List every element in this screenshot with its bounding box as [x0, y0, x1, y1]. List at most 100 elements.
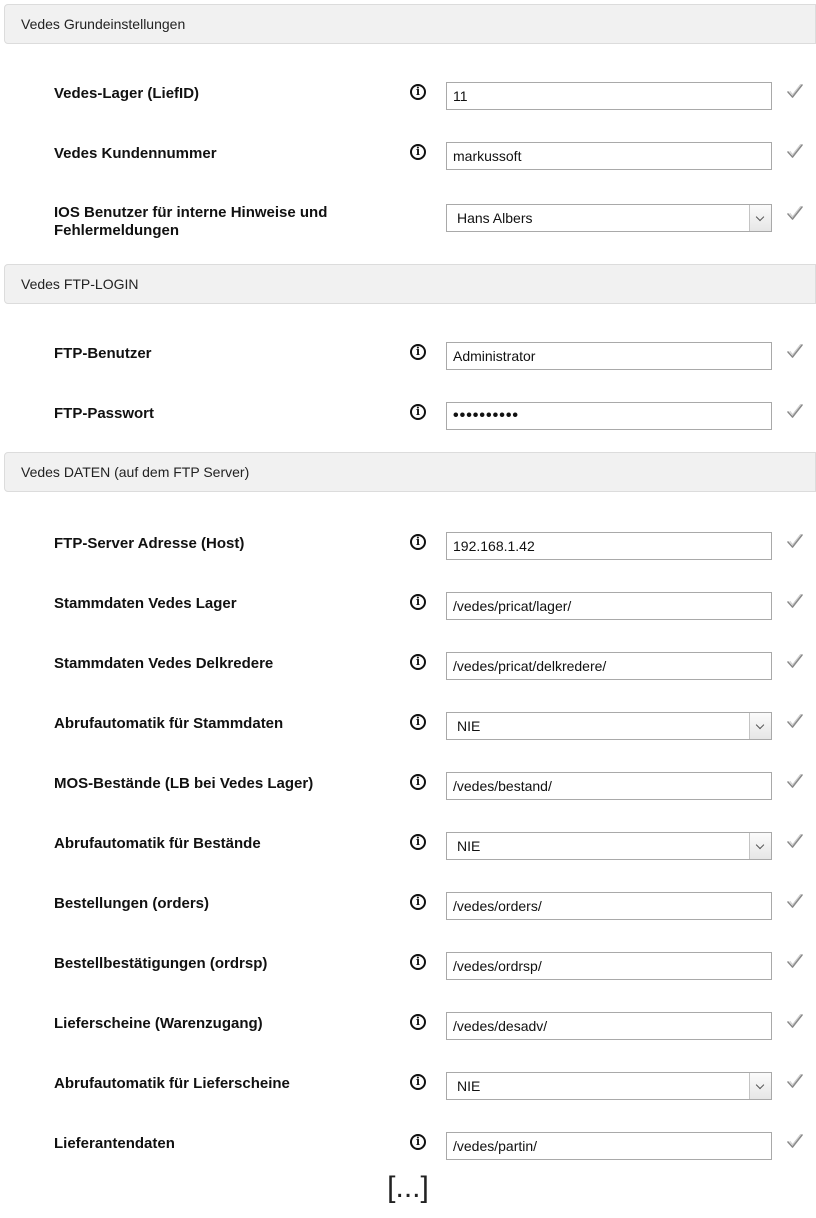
info-icon[interactable]: i	[410, 1074, 426, 1090]
form-row: Abrufautomatik für Lieferscheine i NIE	[0, 1060, 816, 1120]
field-value: Administrator	[453, 348, 536, 364]
text-input[interactable]: Administrator	[446, 342, 772, 370]
field-value: /vedes/pricat/lager/	[453, 598, 572, 614]
checkmark-icon[interactable]	[786, 143, 804, 159]
info-icon[interactable]: i	[410, 404, 426, 420]
field-value: NIE	[457, 718, 481, 734]
form-row: Stammdaten Vedes Delkredere i/vedes/prica…	[0, 640, 816, 700]
checkmark-icon[interactable]	[786, 205, 804, 221]
field-value: /vedes/ordrsp/	[453, 958, 542, 974]
field-label: FTP-Passwort	[54, 405, 155, 422]
form-row: MOS-Bestände (LB bei Vedes Lager) i/vedes…	[0, 760, 816, 820]
info-icon[interactable]: i	[410, 654, 426, 670]
field-label: Stammdaten Vedes Delkredere	[54, 655, 274, 672]
checkmark-icon[interactable]	[786, 403, 804, 419]
section-header: Vedes DATEN (auf dem FTP Server)	[4, 452, 816, 492]
field-label: FTP-Server Adresse (Host)	[54, 535, 245, 552]
field-label: Stammdaten Vedes Lager	[54, 595, 237, 612]
info-icon[interactable]: i	[410, 594, 426, 610]
checkmark-icon[interactable]	[786, 593, 804, 609]
field-label: IOS Benutzer für interne Hinweise und Fe…	[54, 204, 328, 239]
checkmark-icon[interactable]	[786, 833, 804, 849]
field-label: Bestellungen (orders)	[54, 895, 210, 912]
info-icon[interactable]: i	[410, 714, 426, 730]
form-row: Abrufautomatik für Bestände i NIE	[0, 820, 816, 880]
truncation-ellipsis: [...]	[387, 1171, 429, 1204]
text-input[interactable]: /vedes/partin/	[446, 1132, 772, 1160]
field-label: Lieferantendaten	[54, 1135, 175, 1152]
info-icon[interactable]: i	[410, 954, 426, 970]
field-label: Bestellbestätigungen (ordrsp)	[54, 955, 268, 972]
text-input[interactable]: 11	[446, 82, 772, 110]
field-label: Abrufautomatik für Lieferscheine	[54, 1075, 290, 1092]
form-row: Vedes Kundennummer i markussoft	[0, 130, 816, 190]
field-label: Abrufautomatik für Bestände	[54, 835, 261, 852]
form-row: Lieferscheine (Warenzugang) i/vedes/desad…	[0, 1000, 816, 1060]
field-value: /vedes/desadv/	[453, 1018, 548, 1034]
checkmark-icon[interactable]	[786, 533, 804, 549]
form-row: Vedes-Lager (LiefID) i 11	[0, 70, 816, 130]
field-value: /vedes/bestand/	[453, 778, 552, 794]
info-icon[interactable]: i	[410, 894, 426, 910]
text-input[interactable]: markussoft	[446, 142, 772, 170]
form-row: FTP-Passwort i ••••••••••	[0, 390, 816, 450]
form-row: Bestellbestätigungen (ordrsp) i/vedes/ord…	[0, 940, 816, 1000]
dropdown-select[interactable]: NIE	[446, 712, 772, 740]
form-row: FTP-Server Adresse (Host) i 192.168.1.42	[0, 520, 816, 580]
checkmark-icon[interactable]	[786, 1073, 804, 1089]
info-icon[interactable]: i	[410, 1134, 426, 1150]
field-value: NIE	[457, 1078, 481, 1094]
chevron-down-icon[interactable]	[749, 205, 771, 231]
text-input[interactable]: 192.168.1.42	[446, 532, 772, 560]
info-icon[interactable]: i	[410, 834, 426, 850]
chevron-down-icon[interactable]	[749, 1073, 771, 1099]
form-row: IOS Benutzer für interne Hinweise und Fe…	[0, 192, 816, 252]
text-input[interactable]: /vedes/desadv/	[446, 1012, 772, 1040]
checkmark-icon[interactable]	[786, 953, 804, 969]
chevron-down-icon[interactable]	[749, 833, 771, 859]
checkmark-icon[interactable]	[786, 83, 804, 99]
info-icon[interactable]: i	[410, 344, 426, 360]
field-label: MOS-Bestände (LB bei Vedes Lager)	[54, 775, 314, 792]
info-icon[interactable]: i	[410, 534, 426, 550]
info-icon[interactable]: i	[410, 144, 426, 160]
dropdown-select[interactable]: NIE	[446, 1072, 772, 1100]
field-value: 11	[453, 88, 468, 104]
text-input[interactable]: /vedes/pricat/lager/	[446, 592, 772, 620]
text-input[interactable]: /vedes/pricat/delkredere/	[446, 652, 772, 680]
field-label: Abrufautomatik für Stammdaten	[54, 715, 284, 732]
text-input[interactable]: /vedes/orders/	[446, 892, 772, 920]
checkmark-icon[interactable]	[786, 893, 804, 909]
form-row: Abrufautomatik für Stammdaten i NIE	[0, 700, 816, 760]
password-input[interactable]: ••••••••••	[446, 402, 772, 430]
info-icon[interactable]: i	[410, 84, 426, 100]
field-value: Hans Albers	[457, 210, 533, 226]
checkmark-icon[interactable]	[786, 773, 804, 789]
checkmark-icon[interactable]	[786, 1133, 804, 1149]
form-row: Stammdaten Vedes Lager i/vedes/pricat/lag…	[0, 580, 816, 640]
text-input[interactable]: /vedes/ordrsp/	[446, 952, 772, 980]
section-header: Vedes FTP-LOGIN	[4, 264, 816, 304]
field-value: /vedes/partin/	[453, 1138, 538, 1154]
field-value: /vedes/orders/	[453, 898, 542, 914]
form-row: FTP-Benutzer i Administrator	[0, 330, 816, 390]
dropdown-select[interactable]: Hans Albers	[446, 204, 772, 232]
checkmark-icon[interactable]	[786, 343, 804, 359]
checkmark-icon[interactable]	[786, 653, 804, 669]
section-header: Vedes Grundeinstellungen	[4, 4, 816, 44]
form-row: Bestellungen (orders) i/vedes/orders/	[0, 880, 816, 940]
dropdown-select[interactable]: NIE	[446, 832, 772, 860]
field-value: ••••••••••	[453, 407, 520, 424]
checkmark-icon[interactable]	[786, 713, 804, 729]
info-icon[interactable]: i	[410, 774, 426, 790]
field-value: markussoft	[453, 148, 522, 164]
info-icon[interactable]: i	[410, 1014, 426, 1030]
field-label: Lieferscheine (Warenzugang)	[54, 1015, 263, 1032]
field-label: FTP-Benutzer	[54, 345, 152, 362]
field-label: Vedes-Lager (LiefID)	[54, 85, 200, 102]
field-value: /vedes/pricat/delkredere/	[453, 658, 607, 674]
chevron-down-icon[interactable]	[749, 713, 771, 739]
checkmark-icon[interactable]	[786, 1013, 804, 1029]
field-value: NIE	[457, 838, 481, 854]
text-input[interactable]: /vedes/bestand/	[446, 772, 772, 800]
